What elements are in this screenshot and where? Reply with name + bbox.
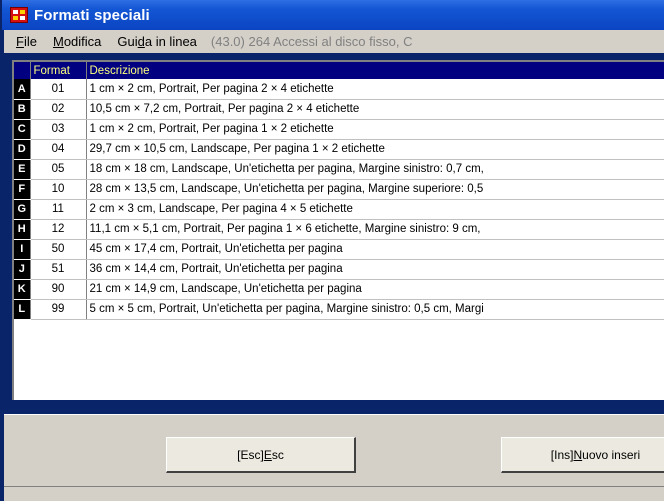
new-insert-button[interactable]: [Ins] Nuovo inseri xyxy=(501,437,664,473)
menu-modifica[interactable]: Modifica xyxy=(45,34,109,49)
table-header-row: Format Descrizione xyxy=(14,62,664,79)
row-key-f[interactable]: F xyxy=(14,179,31,200)
description-cell: 10,5 cm × 7,2 cm, Portrait, Per pagina 2… xyxy=(86,99,664,120)
format-cell: 50 xyxy=(30,239,87,260)
row-key-d[interactable]: D xyxy=(14,139,31,160)
description-cell: 5 cm × 5 cm, Portrait, Un'etichetta per … xyxy=(86,299,664,320)
table-row[interactable]: C 03 1 cm × 2 cm, Portrait, Per pagina 1 ×… xyxy=(14,119,664,140)
format-cell: 10 xyxy=(30,179,87,200)
button-panel: [Esc] Esc [Ins] Nuovo inseri xyxy=(4,414,664,486)
title-bar[interactable]: Formati speciali xyxy=(2,0,664,30)
format-cell: 04 xyxy=(30,139,87,160)
description-cell: 21 cm × 14,9 cm, Landscape, Un'etichetta… xyxy=(86,279,664,300)
table-row[interactable]: A 01 1 cm × 2 cm, Portrait, Per pagina 2 ×… xyxy=(14,79,664,100)
menu-file[interactable]: File xyxy=(8,34,45,49)
row-key-c[interactable]: C xyxy=(14,119,31,140)
format-cell: 02 xyxy=(30,99,87,120)
format-cell: 51 xyxy=(30,259,87,280)
row-key-a[interactable]: A xyxy=(14,79,31,100)
window: Formati speciali File Modifica Guida in … xyxy=(0,0,664,501)
app-icon[interactable] xyxy=(10,7,28,23)
description-cell: 45 cm × 17,4 cm, Portrait, Un'etichetta … xyxy=(86,239,664,260)
description-cell: 1 cm × 2 cm, Portrait, Per pagina 1 × 2 … xyxy=(86,119,664,140)
row-key-e[interactable]: E xyxy=(14,159,31,180)
table-row[interactable]: G 11 2 cm × 3 cm, Landscape, Per pagina 4 … xyxy=(14,199,664,220)
description-cell: 1 cm × 2 cm, Portrait, Per pagina 2 × 4 … xyxy=(86,79,664,100)
header-key xyxy=(14,62,31,79)
window-title: Formati speciali xyxy=(34,6,150,24)
row-key-h[interactable]: H xyxy=(14,219,31,240)
menu-status-text: (43.0) 264 Accessi al disco fisso, C xyxy=(210,34,413,49)
description-cell: 2 cm × 3 cm, Landscape, Per pagina 4 × 5… xyxy=(86,199,664,220)
description-cell: 29,7 cm × 10,5 cm, Landscape, Per pagina… xyxy=(86,139,664,160)
format-cell: 03 xyxy=(30,119,87,140)
header-descrizione[interactable]: Descrizione xyxy=(86,62,664,79)
table-row[interactable]: D 04 29,7 cm × 10,5 cm, Landscape, Per pag… xyxy=(14,139,664,160)
table-row[interactable]: L 99 5 cm × 5 cm, Portrait, Un'etichetta p… xyxy=(14,299,664,320)
table-row[interactable]: F 10 28 cm × 13,5 cm, Landscape, Un'etiche… xyxy=(14,179,664,200)
format-cell: 01 xyxy=(30,79,87,100)
table-row[interactable]: K 90 21 cm × 14,9 cm, Landscape, Un'etiche… xyxy=(14,279,664,300)
table-row[interactable]: B 02 10,5 cm × 7,2 cm, Portrait, Per pagin… xyxy=(14,99,664,120)
formats-grid[interactable]: Format Descrizione A 01 1 cm × 2 cm, Portr… xyxy=(12,60,664,400)
description-cell: 11,1 cm × 5,1 cm, Portrait, Per pagina 1… xyxy=(86,219,664,240)
row-key-l[interactable]: L xyxy=(14,299,31,320)
formats-table: Format Descrizione A 01 1 cm × 2 cm, Portr… xyxy=(14,62,664,320)
table-row[interactable]: H 12 11,1 cm × 5,1 cm, Portrait, Per pagin… xyxy=(14,219,664,240)
row-key-b[interactable]: B xyxy=(14,99,31,120)
esc-button[interactable]: [Esc] Esc xyxy=(166,437,356,473)
format-cell: 90 xyxy=(30,279,87,300)
format-cell: 11 xyxy=(30,199,87,220)
table-row[interactable]: I 50 45 cm × 17,4 cm, Portrait, Un'etichet… xyxy=(14,239,664,260)
format-cell: 99 xyxy=(30,299,87,320)
status-bar xyxy=(4,486,664,501)
menu-guida-in-linea[interactable]: Guida in linea xyxy=(109,34,205,49)
description-cell: 28 cm × 13,5 cm, Landscape, Un'etichetta… xyxy=(86,179,664,200)
format-cell: 12 xyxy=(30,219,87,240)
format-cell: 05 xyxy=(30,159,87,180)
table-row[interactable]: E 05 18 cm × 18 cm, Landscape, Un'etichett… xyxy=(14,159,664,180)
description-cell: 18 cm × 18 cm, Landscape, Un'etichetta p… xyxy=(86,159,664,180)
row-key-k[interactable]: K xyxy=(14,279,31,300)
header-format[interactable]: Format xyxy=(30,62,87,79)
table-row[interactable]: J 51 36 cm × 14,4 cm, Portrait, Un'etichet… xyxy=(14,259,664,280)
row-key-j[interactable]: J xyxy=(14,259,31,280)
menu-bar: File Modifica Guida in linea (43.0) 264 … xyxy=(4,30,664,53)
row-key-i[interactable]: I xyxy=(14,239,31,260)
description-cell: 36 cm × 14,4 cm, Portrait, Un'etichetta … xyxy=(86,259,664,280)
row-key-g[interactable]: G xyxy=(14,199,31,220)
